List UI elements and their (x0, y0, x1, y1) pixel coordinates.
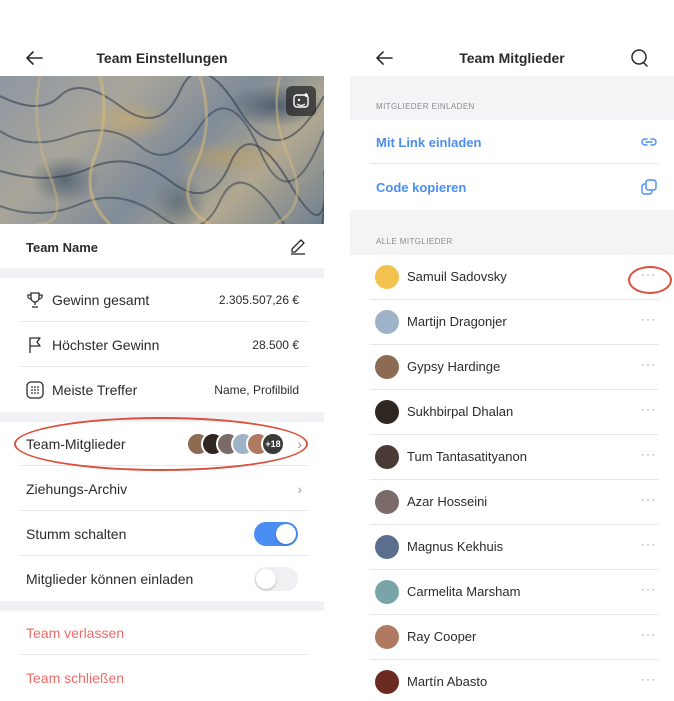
avatar (375, 310, 399, 334)
more-horizontal-icon[interactable]: ··· (641, 402, 656, 416)
team-cover-image[interactable] (0, 76, 324, 224)
chevron-right-icon: › (297, 481, 302, 497)
member-name: Gypsy Hardinge (407, 359, 501, 374)
section-divider (0, 268, 324, 278)
page-title: Team Mitglieder (459, 50, 565, 66)
section-divider (0, 601, 324, 611)
stat-row-highest-win: Höchster Gewinn 28.500 € (0, 323, 324, 367)
member-row[interactable]: Carmelita Marsham ··· (350, 570, 674, 615)
member-row[interactable]: Samuil Sadovsky ··· (350, 255, 674, 300)
members-can-invite-row: Mitglieder können einladen (0, 557, 324, 601)
member-row[interactable]: Martín Abasto ··· (350, 660, 674, 701)
page-title: Team Einstellungen (96, 50, 228, 66)
avatar (375, 355, 399, 379)
avatar (375, 265, 399, 289)
invite-with-link-button[interactable]: Mit Link einladen (376, 135, 481, 150)
mute-label: Stumm schalten (26, 526, 127, 542)
more-horizontal-icon[interactable]: ··· (641, 357, 656, 371)
avatar (375, 445, 399, 469)
member-row[interactable]: Azar Hosseini ··· (350, 480, 674, 525)
invite-with-link-row[interactable]: Mit Link einladen (350, 120, 674, 164)
member-row[interactable]: Sukhbirpal Dhalan ··· (350, 390, 674, 435)
member-name: Samuil Sadovsky (407, 269, 507, 284)
section-header-all-members: ALLE MITGLIEDER (350, 210, 674, 255)
draw-archive-label: Ziehungs-Archiv (26, 481, 128, 497)
member-name: Azar Hosseini (407, 494, 488, 509)
pencil-icon[interactable] (288, 236, 308, 256)
more-horizontal-icon[interactable]: ··· (641, 312, 656, 326)
team-members-screen: Team Mitglieder MITGLIEDER EINLADEN Mit … (350, 0, 674, 701)
draw-archive-row[interactable]: Ziehungs-Archiv › (0, 467, 324, 511)
members-can-invite-label: Mitglieder können einladen (26, 571, 194, 587)
toggle-knob (276, 524, 296, 544)
more-horizontal-icon[interactable]: ··· (641, 447, 656, 461)
more-horizontal-icon[interactable]: ··· (641, 267, 656, 281)
flag-icon (29, 337, 41, 353)
section-header-invite: MITGLIEDER EINLADEN (350, 76, 674, 120)
change-photo-button[interactable] (286, 86, 316, 116)
avatar (375, 400, 399, 424)
member-name: Ray Cooper (407, 629, 477, 644)
member-row[interactable]: Martijn Dragonjer ··· (350, 300, 674, 345)
trophy-icon (27, 292, 43, 308)
leave-team-button[interactable]: Team verlassen (26, 625, 124, 641)
member-avatar-stack: +18 (186, 432, 286, 456)
mute-toggle[interactable] (254, 522, 298, 546)
member-row[interactable]: Tum Tantasatityanon ··· (350, 435, 674, 480)
mute-row: Stumm schalten (0, 512, 324, 556)
image-edit-icon (293, 93, 309, 108)
team-members-label: Team-Mitglieder (26, 436, 126, 452)
avatar (375, 580, 399, 604)
stat-value: 2.305.507,26 € (218, 293, 299, 307)
member-name: Sukhbirpal Dhalan (407, 404, 514, 419)
members-can-invite-toggle[interactable] (254, 567, 298, 591)
terrain-texture (0, 76, 324, 224)
member-name: Carmelita Marsham (407, 584, 521, 599)
section-label: MITGLIEDER EINLADEN (376, 102, 475, 111)
avatar (375, 535, 399, 559)
more-horizontal-icon[interactable]: ··· (641, 492, 656, 506)
member-name: Tum Tantasatityanon (407, 449, 527, 464)
avatar (375, 625, 399, 649)
stat-row-total-win: Gewinn gesamt 2.305.507,26 € (0, 278, 324, 322)
stat-row-most-hits: Meiste Treffer Name, Profilbild (0, 368, 324, 412)
team-settings-screen: Team Einstellungen Team Name Gewinn gesa… (0, 0, 324, 701)
member-row[interactable]: Magnus Kekhuis ··· (350, 525, 674, 570)
grid-icon (26, 381, 44, 399)
member-name: Martijn Dragonjer (407, 314, 507, 329)
close-team-row[interactable]: Team schließen (0, 656, 324, 700)
stat-value: 28.500 € (252, 338, 299, 352)
team-members-row[interactable]: Team-Mitglieder +18 › (0, 422, 324, 466)
member-name: Martín Abasto (407, 674, 488, 689)
more-horizontal-icon[interactable]: ··· (641, 627, 656, 641)
toggle-knob (256, 569, 276, 589)
top-bar: Team Einstellungen (0, 40, 324, 76)
more-horizontal-icon[interactable]: ··· (641, 537, 656, 551)
leave-team-row[interactable]: Team verlassen (0, 611, 324, 655)
team-name-row[interactable]: Team Name (0, 226, 324, 270)
search-icon[interactable] (628, 46, 652, 70)
team-name-label: Team Name (26, 240, 99, 255)
link-icon (641, 138, 657, 146)
stat-label: Höchster Gewinn (52, 337, 160, 353)
copy-icon (641, 179, 657, 195)
copy-code-row[interactable]: Code kopieren (350, 165, 674, 209)
member-row[interactable]: Ray Cooper ··· (350, 615, 674, 660)
avatar (375, 670, 399, 694)
close-team-button[interactable]: Team schließen (26, 670, 124, 686)
section-label: ALLE MITGLIEDER (376, 237, 453, 246)
more-horizontal-icon[interactable]: ··· (641, 672, 656, 686)
stat-value: Name, Profilbild (214, 383, 299, 397)
copy-code-button[interactable]: Code kopieren (376, 180, 466, 195)
more-members-count: +18 (261, 432, 285, 456)
avatar (375, 490, 399, 514)
top-bar: Team Mitglieder (350, 40, 674, 76)
stat-label: Meiste Treffer (52, 382, 138, 398)
chevron-right-icon: › (297, 436, 302, 452)
stat-label: Gewinn gesamt (52, 292, 150, 308)
more-horizontal-icon[interactable]: ··· (641, 582, 656, 596)
section-divider (0, 412, 324, 422)
member-name: Magnus Kekhuis (407, 539, 504, 554)
member-row[interactable]: Gypsy Hardinge ··· (350, 345, 674, 390)
